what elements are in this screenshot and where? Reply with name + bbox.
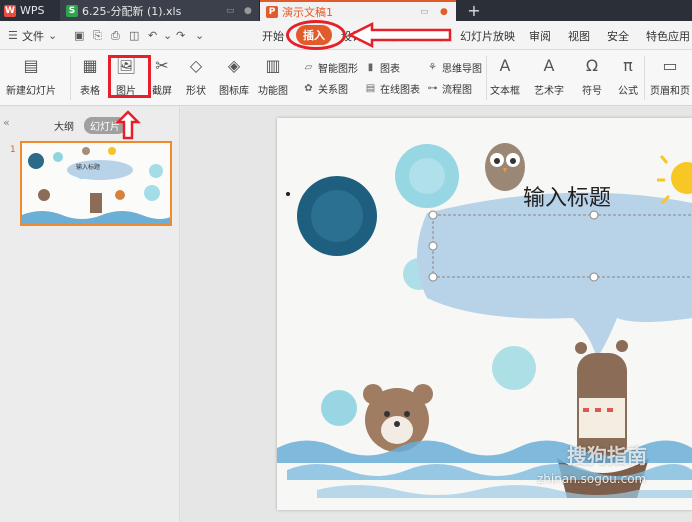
- annotation-arrows: [114, 21, 452, 196]
